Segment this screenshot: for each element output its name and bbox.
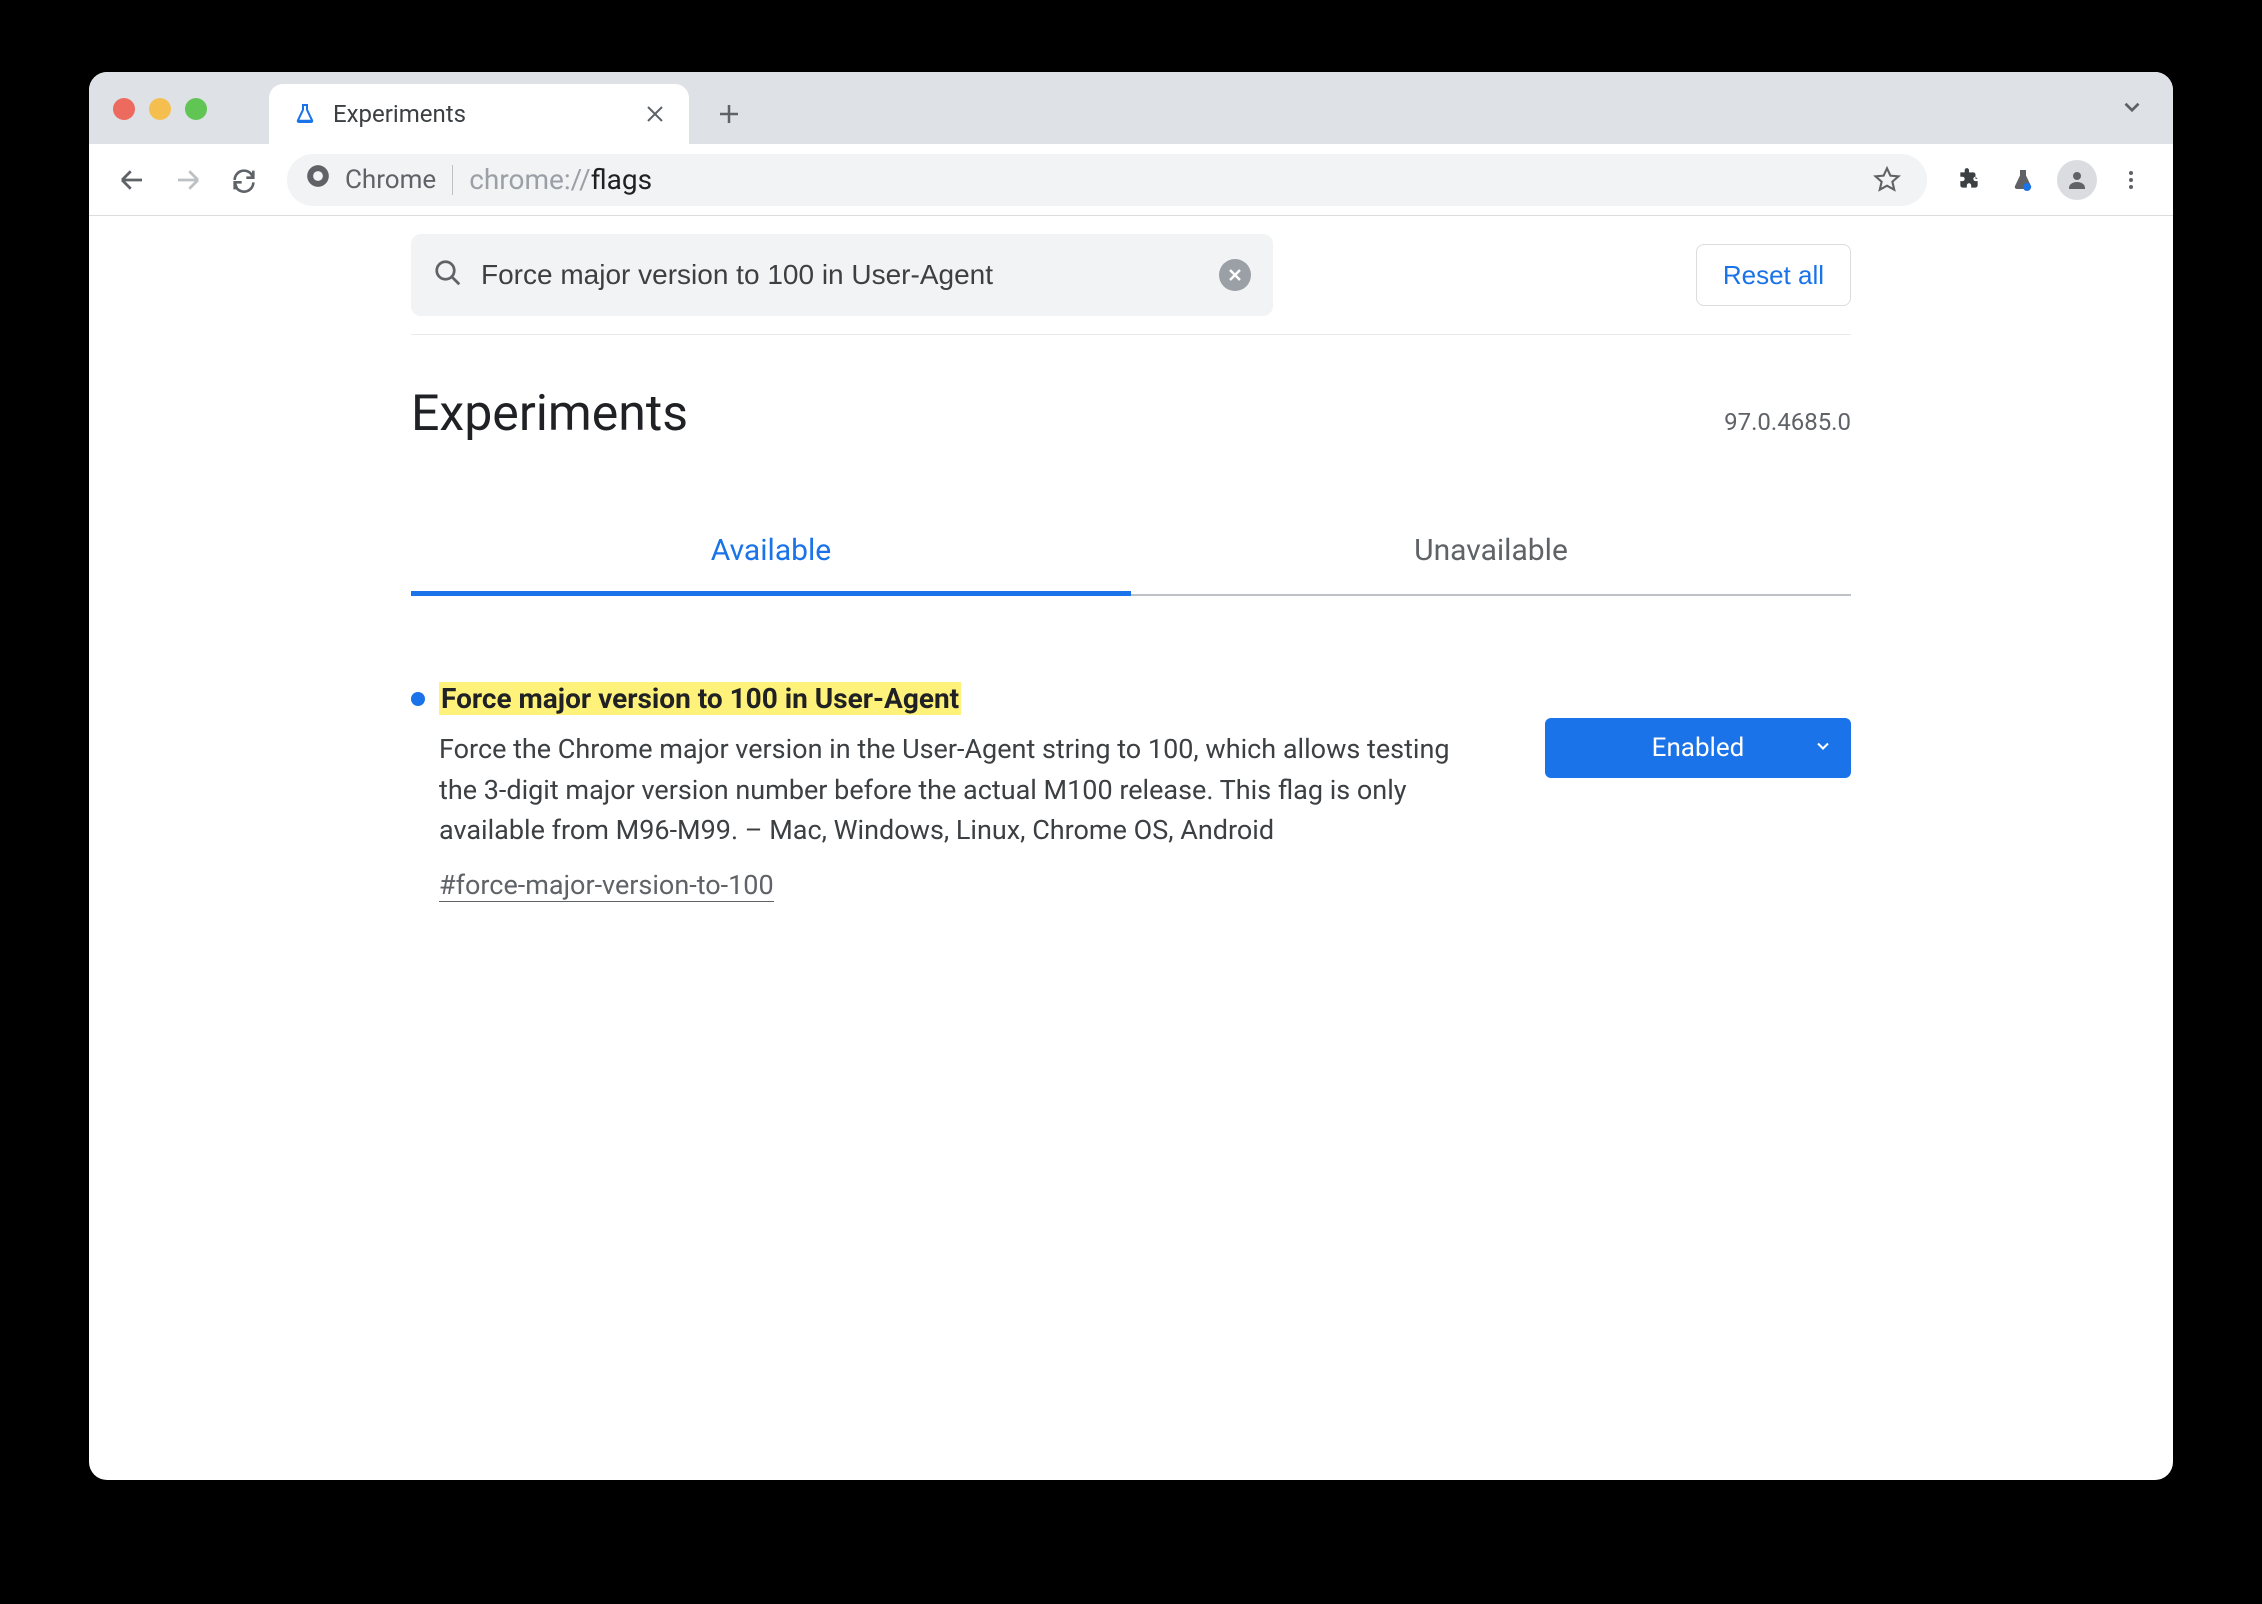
window-close-button[interactable] (113, 98, 135, 120)
version-label: 97.0.4685.0 (1724, 408, 1851, 436)
tabstrip: Experiments (269, 72, 753, 144)
flag-state-value: Enabled (1652, 733, 1745, 763)
tabs: Available Unavailable (411, 507, 1851, 596)
flag-description: Force the Chrome major version in the Us… (439, 729, 1491, 851)
extensions-icon[interactable] (1947, 158, 1991, 202)
toolbar: Chrome chrome://flags (89, 144, 2173, 216)
labs-icon[interactable] (2001, 158, 2045, 202)
flask-icon (291, 100, 319, 128)
search-row: Reset all (411, 216, 1851, 335)
flag-title: Force major version to 100 in User-Agent (439, 682, 961, 715)
chevron-down-icon (1813, 733, 1833, 763)
reset-all-button[interactable]: Reset all (1696, 244, 1851, 306)
chrome-icon (305, 163, 331, 196)
url-path: flags (591, 163, 652, 196)
chevron-down-icon[interactable] (2119, 94, 2145, 124)
reload-button[interactable] (221, 157, 267, 203)
main: Experiments 97.0.4685.0 Available Unavai… (411, 335, 1851, 902)
divider (452, 165, 453, 195)
back-button[interactable] (109, 157, 155, 203)
search-box (411, 234, 1273, 316)
close-icon[interactable] (641, 100, 669, 128)
site-chip: Chrome (305, 163, 436, 196)
new-tab-button[interactable] (705, 90, 753, 138)
browser-tab[interactable]: Experiments (269, 84, 689, 144)
profile-avatar[interactable] (2055, 158, 2099, 202)
tab-title: Experiments (333, 100, 627, 128)
star-icon[interactable] (1865, 158, 1909, 202)
clear-search-button[interactable] (1219, 259, 1251, 291)
window-minimize-button[interactable] (149, 98, 171, 120)
search-input[interactable] (481, 259, 1201, 291)
tab-available[interactable]: Available (411, 507, 1131, 594)
tab-unavailable[interactable]: Unavailable (1131, 507, 1851, 594)
url-text: chrome://flags (469, 163, 652, 196)
address-bar[interactable]: Chrome chrome://flags (287, 154, 1927, 206)
traffic-lights (113, 98, 207, 120)
menu-icon[interactable] (2109, 158, 2153, 202)
flag-anchor-link[interactable]: #force-major-version-to-100 (439, 869, 774, 902)
titlebar: Experiments (89, 72, 2173, 144)
avatar-icon (2057, 160, 2097, 200)
page-title: Experiments (411, 385, 688, 443)
browser-window: Experiments (89, 72, 2173, 1480)
flag-state-select[interactable]: Enabled (1545, 718, 1851, 778)
modified-indicator-icon (411, 692, 425, 706)
url-prefix: chrome:// (469, 163, 591, 196)
search-icon (433, 258, 463, 292)
site-chip-label: Chrome (345, 165, 436, 195)
forward-button[interactable] (165, 157, 211, 203)
window-zoom-button[interactable] (185, 98, 207, 120)
flag-entry: Force major version to 100 in User-Agent… (411, 682, 1851, 902)
content: Reset all Experiments 97.0.4685.0 Availa… (89, 216, 2173, 1480)
